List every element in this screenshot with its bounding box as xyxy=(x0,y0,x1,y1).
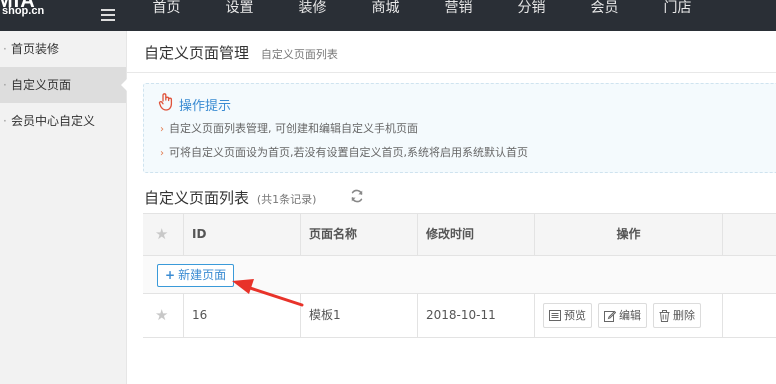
star-icon[interactable]: ★ xyxy=(143,214,184,255)
pages-table: ★ ID 页面名称 修改时间 操作 + 新建页面 ★ 16 模板1 2018-10… xyxy=(143,213,776,338)
preview-label: 预览 xyxy=(564,309,586,322)
record-count: (共1条记录) xyxy=(256,193,317,206)
nav-item-marketing[interactable]: 营销 xyxy=(422,0,495,31)
preview-button[interactable]: 预览 xyxy=(543,303,592,328)
edit-button[interactable]: 编辑 xyxy=(598,303,647,328)
nav-item-settings[interactable]: 设置 xyxy=(203,0,276,31)
tips-title: 操作提示 xyxy=(179,99,232,114)
page-header: 自定义页面管理 自定义页面列表 xyxy=(144,42,338,63)
divider xyxy=(127,72,776,73)
sidebar-item-label: 首页装修 xyxy=(11,42,60,56)
delete-button[interactable]: 删除 xyxy=(653,303,701,328)
main-content: 自定义页面管理 自定义页面列表 操作提示 › 自定义页面列表管理, 可创建和编辑自… xyxy=(127,31,776,384)
new-page-button[interactable]: + 新建页面 xyxy=(157,264,235,287)
bullet-icon: › xyxy=(160,148,164,159)
cell-actions: 预览 编辑 删除 xyxy=(535,294,723,337)
hand-pointer-icon xyxy=(158,93,173,111)
cell-id: 16 xyxy=(184,294,301,337)
delete-label: 删除 xyxy=(673,309,695,322)
trash-icon xyxy=(659,309,670,322)
table-row[interactable]: ★ 16 模板1 2018-10-11 预览 编辑 删除 xyxy=(143,294,776,338)
bullet-icon: · xyxy=(3,42,7,56)
tips-item: › 自定义页面列表管理, 可创建和编辑自定义手机页面 xyxy=(160,120,528,144)
nav-item-members[interactable]: 会员 xyxy=(568,0,641,31)
column-header-id[interactable]: ID xyxy=(184,214,301,255)
refresh-icon[interactable] xyxy=(349,188,365,204)
sidebar-item-label: 会员中心自定义 xyxy=(11,114,96,128)
tips-list: › 自定义页面列表管理, 可创建和编辑自定义手机页面 › 可将自定义页面设为首页,若… xyxy=(160,120,528,168)
tips-item-text: 自定义页面列表管理, 可创建和编辑自定义手机页面 xyxy=(169,122,418,135)
menu-toggle-icon[interactable] xyxy=(100,8,116,22)
table-toolbar: + 新建页面 xyxy=(143,256,776,294)
page-title: 自定义页面管理 xyxy=(144,44,250,62)
logo-domain: shop.cn xyxy=(2,5,45,17)
tips-panel: 操作提示 › 自定义页面列表管理, 可创建和编辑自定义手机页面 › 可将自定义页面设… xyxy=(143,83,776,173)
sidebar-item-custom-page[interactable]: · 自定义页面 xyxy=(0,67,127,103)
nav-item-mall[interactable]: 商城 xyxy=(349,0,422,31)
cell-modified: 2018-10-11 xyxy=(418,294,535,337)
column-header-name[interactable]: 页面名称 xyxy=(301,214,418,255)
preview-icon xyxy=(549,310,561,321)
nav-item-home[interactable]: 首页 xyxy=(130,0,203,31)
edit-icon xyxy=(604,310,616,322)
plus-icon: + xyxy=(165,268,176,282)
new-page-label: 新建页面 xyxy=(178,268,227,282)
sidebar-item-label: 自定义页面 xyxy=(11,78,72,92)
nav-item-stores[interactable]: 门店 xyxy=(641,0,714,31)
bullet-icon: · xyxy=(3,78,7,92)
list-header: 自定义页面列表 (共1条记录) xyxy=(144,187,316,208)
nav-item-decoration[interactable]: 装修 xyxy=(276,0,349,31)
list-title: 自定义页面列表 xyxy=(144,189,250,207)
tips-item: › 可将自定义页面设为首页,若没有设置自定义首页,系统将启用系统默认首页 xyxy=(160,144,528,168)
bullet-icon: · xyxy=(3,114,7,128)
star-icon[interactable]: ★ xyxy=(143,294,184,337)
top-navbar: MIA shop.cn 首页 设置 装修 商城 营销 分销 会员 门店 xyxy=(0,0,776,31)
tips-item-text: 可将自定义页面设为首页,若没有设置自定义首页,系统将启用系统默认首页 xyxy=(169,146,528,159)
page-subtitle: 自定义页面列表 xyxy=(260,48,338,61)
cell-name: 模板1 xyxy=(301,294,418,337)
column-header-empty xyxy=(723,214,776,255)
cell-empty xyxy=(723,294,776,337)
sidebar: · 首页装修 · 自定义页面 · 会员中心自定义 xyxy=(0,31,127,384)
sidebar-item-member-center[interactable]: · 会员中心自定义 xyxy=(0,103,126,139)
table-header: ★ ID 页面名称 修改时间 操作 xyxy=(143,213,776,256)
bullet-icon: › xyxy=(160,124,164,135)
logo[interactable]: MIA shop.cn xyxy=(0,0,96,31)
column-header-modified[interactable]: 修改时间 xyxy=(418,214,535,255)
edit-label: 编辑 xyxy=(619,309,641,322)
nav-item-distribution[interactable]: 分销 xyxy=(495,0,568,31)
column-header-actions: 操作 xyxy=(535,214,723,255)
sidebar-item-home-decoration[interactable]: · 首页装修 xyxy=(0,31,126,67)
main-nav: 首页 设置 装修 商城 营销 分销 会员 门店 xyxy=(130,0,714,31)
